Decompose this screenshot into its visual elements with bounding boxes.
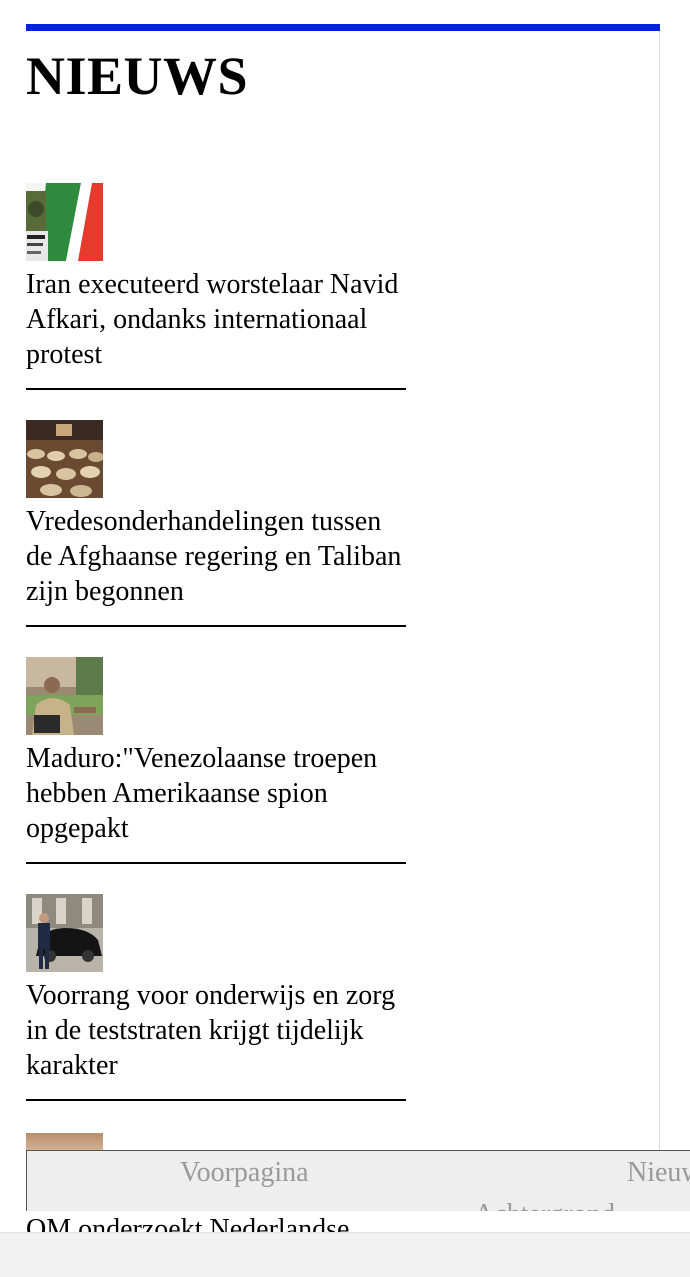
browser-toolbar bbox=[0, 1232, 690, 1277]
news-article[interactable]: Maduro:"Venezolaanse troepen hebben Amer… bbox=[26, 657, 406, 894]
article-thumbnail-iran[interactable] bbox=[26, 183, 103, 261]
nav-item-voorpagina[interactable]: Voorpagina bbox=[180, 1157, 309, 1189]
news-article[interactable]: Voorrang voor onderwijs en zorg in de te… bbox=[26, 894, 406, 1131]
article-headline[interactable]: Vredesonderhandelingen tussen de Afghaan… bbox=[26, 504, 406, 609]
article-thumbnail-conference[interactable] bbox=[26, 420, 103, 498]
article-headline[interactable]: Voorrang voor onderwijs en zorg in de te… bbox=[26, 978, 406, 1083]
news-list: Iran executeerd worstelaar Navid Afkari,… bbox=[26, 183, 406, 1131]
article-headline-partial[interactable]: OM onderzoekt Nederlandse bbox=[26, 1212, 426, 1232]
article-headline[interactable]: Iran executeerd worstelaar Navid Afkari,… bbox=[26, 267, 406, 372]
column-divider bbox=[659, 31, 660, 1151]
article-divider bbox=[26, 862, 406, 864]
article-thumbnail-maduro[interactable] bbox=[26, 657, 103, 735]
nav-item-nieuws[interactable]: Nieuws bbox=[627, 1157, 690, 1189]
article-thumbnail-car[interactable] bbox=[26, 894, 103, 972]
news-article[interactable]: Iran executeerd worstelaar Navid Afkari,… bbox=[26, 183, 406, 420]
section-accent-bar bbox=[26, 24, 660, 31]
nav-item-achtergrond[interactable]: Achtergrond bbox=[474, 1199, 615, 1211]
article-divider bbox=[26, 625, 406, 627]
article-divider bbox=[26, 388, 406, 390]
article-headline[interactable]: Maduro:"Venezolaanse troepen hebben Amer… bbox=[26, 741, 406, 846]
bottom-navigation: Voorpagina Nieuws Achtergrond bbox=[26, 1150, 690, 1211]
section-title: NIEUWS bbox=[26, 46, 249, 106]
news-article[interactable]: Vredesonderhandelingen tussen de Afghaan… bbox=[26, 420, 406, 657]
article-divider bbox=[26, 1099, 406, 1101]
